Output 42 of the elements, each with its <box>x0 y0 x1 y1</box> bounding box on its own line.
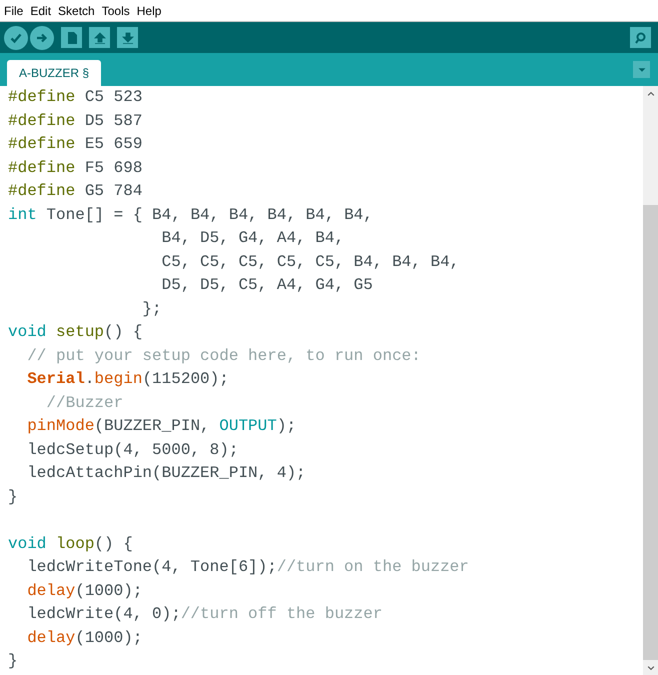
code-line: delay(1000); <box>26 580 144 602</box>
open-button[interactable] <box>89 27 110 48</box>
code-line: ledcWriteTone(4, Tone[6]);//turn on the buzzer <box>26 557 470 578</box>
verify-button[interactable] <box>4 26 28 50</box>
code-line: //Buzzer <box>45 392 124 414</box>
sketch-tab[interactable]: A-BUZZER § <box>7 60 102 86</box>
code-line: D5, D5, C5, A4, G4, G5 <box>160 275 374 296</box>
menu-item[interactable]: File <box>4 4 24 18</box>
code-line: } <box>8 651 19 672</box>
arrow-down-icon <box>120 30 134 44</box>
menu-item[interactable]: Help <box>136 4 162 18</box>
code-line: C5, C5, C5, C5, C5, B4, B4, B4, <box>160 252 460 272</box>
code-line: Serial.begin(115200); <box>26 369 230 390</box>
code-line: delay(1000); <box>26 628 144 648</box>
code-line: B4, D5, G4, A4, B4, <box>160 228 346 249</box>
tab-menu-button[interactable] <box>633 61 650 78</box>
arrow-up-icon <box>92 30 106 44</box>
code-line: #define F5 698 <box>8 158 144 178</box>
code-line: #define D5 587 <box>8 110 144 132</box>
code-line: ledcAttachPin(BUZZER_PIN, 4); <box>26 463 307 484</box>
code-line: #define G5 784 <box>8 181 144 202</box>
code-line: ledcSetup(4, 5000, 8); <box>26 440 240 460</box>
code-line: void loop() { <box>8 534 134 554</box>
code-line: int Tone[] = { B4, B4, B4, B4, B4, B4, <box>8 204 374 226</box>
code-line: }; <box>141 298 163 320</box>
code-line: // put your setup code here, to run once: <box>26 346 422 366</box>
scrollbar-thumb[interactable] <box>643 205 658 660</box>
code-line: } <box>8 486 19 508</box>
code-line: ledcWrite(4, 0);//turn off the buzzer <box>26 604 384 625</box>
code-line: #define E5 659 <box>8 134 144 155</box>
upload-button[interactable] <box>30 26 54 50</box>
save-button[interactable] <box>117 27 138 48</box>
arrow-right-icon <box>35 30 49 44</box>
menu-item[interactable]: Edit <box>30 4 52 18</box>
search-icon <box>634 30 648 44</box>
code-line: void setup() { <box>8 322 144 343</box>
code-line: #define C5 523 <box>8 87 144 108</box>
serial-monitor-button[interactable] <box>630 27 651 48</box>
code-line: pinMode(BUZZER_PIN, OUTPUT); <box>26 416 298 437</box>
menu-item[interactable]: Sketch <box>58 4 95 18</box>
new-button[interactable] <box>61 27 82 48</box>
menu-item[interactable]: Tools <box>102 4 130 18</box>
